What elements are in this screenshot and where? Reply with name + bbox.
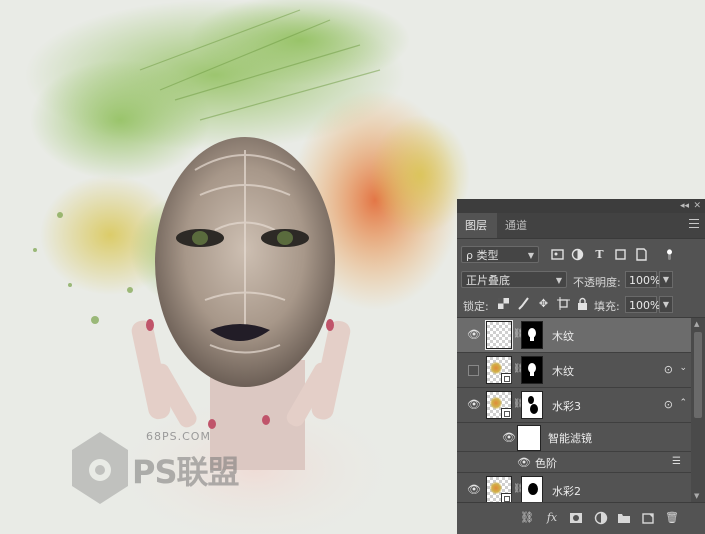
layer-name[interactable]: 水彩3 xyxy=(552,398,581,414)
panel-title-bar: ◂◂ ✕ xyxy=(457,199,705,213)
layer-thumbnail[interactable] xyxy=(486,356,512,384)
chain-link-icon[interactable]: ⛓ xyxy=(513,399,524,410)
lock-image-pixels-icon[interactable] xyxy=(517,297,530,310)
lock-row: 锁定: ✥ 填充: 100% ▼ xyxy=(457,293,705,318)
layer-name[interactable]: 水彩2 xyxy=(552,483,581,499)
chevron-down-icon[interactable]: ⌄ xyxy=(679,363,687,373)
smart-filters-label[interactable]: 智能滤镜 xyxy=(548,430,592,446)
chevron-down-icon: ▼ xyxy=(527,251,534,260)
filter-kind-label: ρ 类型 xyxy=(466,249,499,262)
lock-artboard-icon[interactable] xyxy=(557,297,570,310)
layer-row[interactable]: 👁 ⛓ 水彩2 xyxy=(457,473,691,502)
layer-row[interactable]: 👁 ⛓ 木纹 xyxy=(457,318,691,353)
levels-label[interactable]: 色阶 xyxy=(535,455,557,471)
type-filter-icon[interactable]: T xyxy=(593,248,606,261)
add-layer-style-icon[interactable]: fx xyxy=(545,511,559,525)
opacity-input[interactable]: 100% xyxy=(625,271,660,288)
blend-mode-select[interactable]: 正片叠底 ▼ xyxy=(461,271,567,288)
smart-filters-row[interactable]: 👁 智能滤镜 xyxy=(457,423,691,452)
tab-layers[interactable]: 图层 xyxy=(457,213,497,238)
smart-object-badge-icon xyxy=(501,408,512,419)
layer-row[interactable]: 👁 ⛓ 水彩3 ⊙ ⌃ xyxy=(457,388,691,423)
lock-all-icon[interactable] xyxy=(576,297,589,310)
filter-mask-thumbnail[interactable] xyxy=(517,425,541,451)
panel-menu-icon[interactable] xyxy=(689,219,699,231)
layer-mask-thumbnail[interactable] xyxy=(521,321,543,349)
new-adjustment-layer-icon[interactable] xyxy=(594,511,608,525)
chevron-up-icon[interactable]: ⌃ xyxy=(679,398,687,408)
chain-link-icon[interactable]: ⛓ xyxy=(513,329,524,340)
tab-channels[interactable]: 通道 xyxy=(497,213,535,238)
eye-icon[interactable]: 👁 xyxy=(467,329,481,341)
layer-name[interactable]: 木纹 xyxy=(552,363,574,379)
panel-tab-bar: 图层 通道 xyxy=(457,213,705,239)
eye-icon[interactable]: 👁 xyxy=(502,431,516,444)
close-panel-icon[interactable]: ✕ xyxy=(693,200,701,212)
layer-mask-thumbnail[interactable] xyxy=(521,391,543,419)
blend-mode-label: 正片叠底 xyxy=(466,274,510,287)
lock-label: 锁定: xyxy=(463,300,489,313)
smart-object-badge-icon xyxy=(501,493,512,502)
link-layers-icon[interactable]: ⛓ xyxy=(520,511,534,525)
layer-row[interactable]: ⛓ 木纹 ⊙ ⌄ xyxy=(457,353,691,388)
new-layer-icon[interactable] xyxy=(641,511,655,525)
smart-filter-badge-icon[interactable]: ⊙ xyxy=(664,399,673,411)
opacity-label: 不透明度: xyxy=(573,276,621,289)
eye-icon[interactable]: 👁 xyxy=(467,399,481,411)
layer-filter-row: ρ 类型 ▼ T xyxy=(457,243,705,267)
fill-label: 填充: xyxy=(594,300,620,313)
fill-dropdown-icon[interactable]: ▼ xyxy=(659,296,673,313)
eye-icon[interactable]: 👁 xyxy=(467,484,481,496)
scroll-thumb[interactable] xyxy=(694,332,702,418)
smart-object-badge-icon xyxy=(501,373,512,384)
smart-filter-badge-icon[interactable]: ⊙ xyxy=(664,364,673,376)
layers-panel: ◂◂ ✕ 图层 通道 ρ 类型 ▼ T 正片叠底 ▼ 不透明度: 100% ▼ … xyxy=(457,199,705,534)
filter-toggle-icon[interactable] xyxy=(663,248,676,261)
watermark-name: PS联盟 xyxy=(132,453,240,491)
chain-link-icon[interactable]: ⛓ xyxy=(513,484,524,495)
levels-filter-row[interactable]: 👁 色阶 ☰ xyxy=(457,452,691,473)
new-group-icon[interactable] xyxy=(617,511,631,525)
fill-input[interactable]: 100% xyxy=(625,296,660,313)
scroll-up-icon[interactable]: ▲ xyxy=(694,320,699,328)
lock-transparent-pixels-icon[interactable] xyxy=(497,297,510,310)
watermark-site: 68PS.COM xyxy=(146,430,211,443)
visibility-toggle[interactable] xyxy=(468,365,479,376)
layer-thumbnail[interactable] xyxy=(486,476,512,502)
delete-layer-icon[interactable]: 🗑 xyxy=(665,511,679,525)
smart-object-filter-icon[interactable] xyxy=(635,248,648,261)
filter-kind-select[interactable]: ρ 类型 ▼ xyxy=(461,246,539,263)
lock-position-icon[interactable]: ✥ xyxy=(537,297,550,310)
layer-thumbnail[interactable] xyxy=(486,391,512,419)
layer-list: 👁 ⛓ 木纹 ⛓ 木纹 ⊙ ⌄ 👁 ⛓ 水彩3 ⊙ ⌃ 👁 智能滤镜 👁 色阶 … xyxy=(457,318,691,502)
chain-link-icon[interactable]: ⛓ xyxy=(513,364,524,375)
adjustment-filter-icon[interactable] xyxy=(571,248,584,261)
layer-name[interactable]: 木纹 xyxy=(552,328,574,344)
opacity-dropdown-icon[interactable]: ▼ xyxy=(659,271,673,288)
layer-list-scrollbar[interactable]: ▲ ▼ xyxy=(691,318,705,502)
layer-thumbnail[interactable] xyxy=(485,320,513,350)
scroll-down-icon[interactable]: ▼ xyxy=(694,492,699,500)
collapse-panel-icon[interactable]: ◂◂ xyxy=(680,200,689,212)
filter-blending-options-icon[interactable]: ☰ xyxy=(672,456,681,467)
panel-bottom-toolbar: ⛓ fx 🗑 xyxy=(457,502,705,534)
chevron-down-icon: ▼ xyxy=(555,276,562,285)
layer-mask-thumbnail[interactable] xyxy=(521,476,543,502)
add-mask-icon[interactable] xyxy=(569,511,583,525)
image-filter-icon[interactable] xyxy=(551,248,564,261)
layer-mask-thumbnail[interactable] xyxy=(521,356,543,384)
shape-filter-icon[interactable] xyxy=(614,248,627,261)
eye-icon[interactable]: 👁 xyxy=(517,456,531,469)
blend-row: 正片叠底 ▼ 不透明度: 100% ▼ xyxy=(457,269,705,293)
